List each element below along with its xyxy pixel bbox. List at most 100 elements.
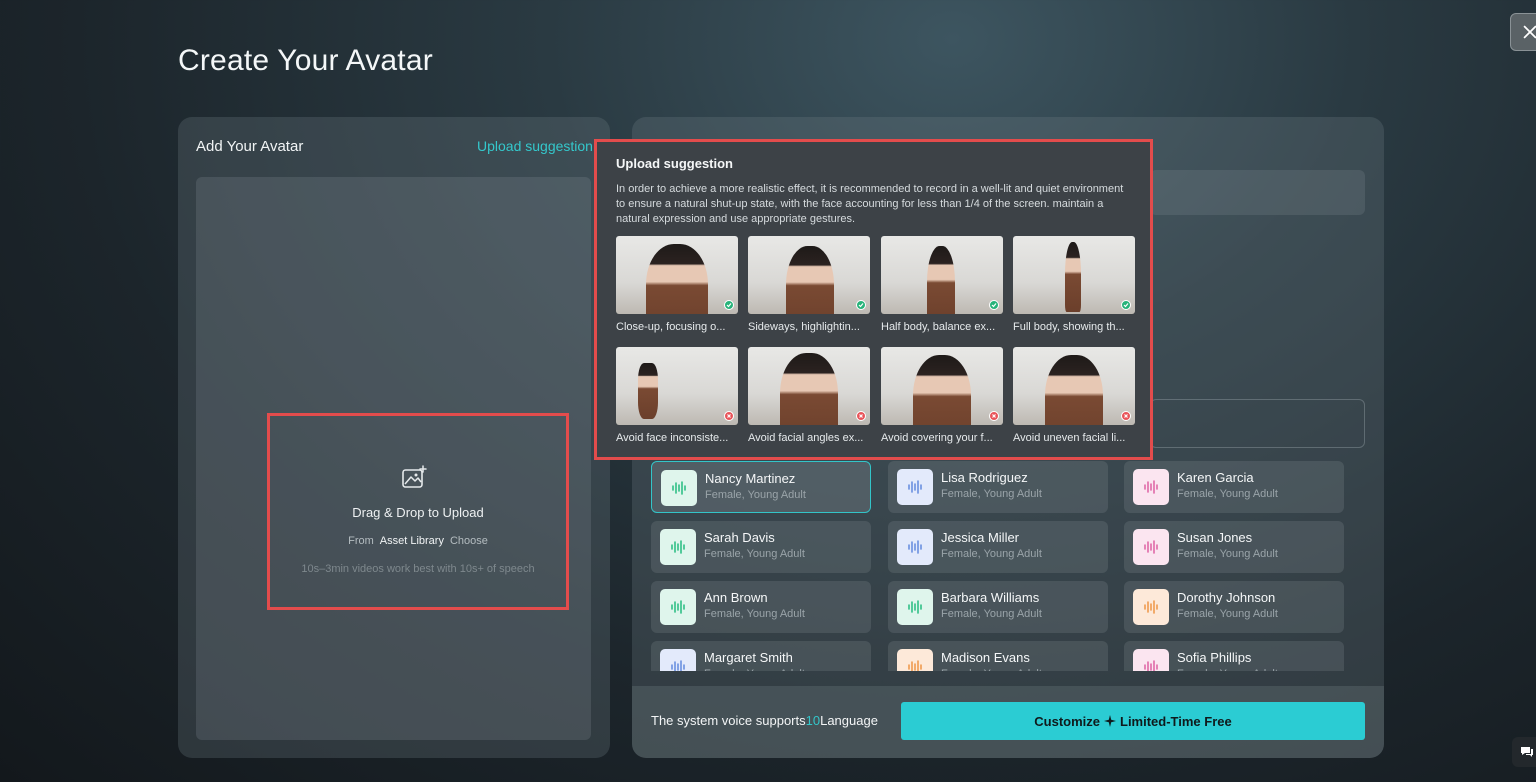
customize-free-label: Limited-Time Free (1120, 713, 1232, 729)
voice-name: Madison Evans (941, 650, 1030, 665)
example-image (1013, 347, 1135, 425)
voice-card[interactable]: Margaret Smith Female, Young Adult (651, 641, 871, 671)
voice-card[interactable]: Ann Brown Female, Young Adult (651, 581, 871, 633)
sparkle-icon (1104, 715, 1116, 727)
example-caption: Half body, balance ex... (881, 321, 996, 333)
person-figure (780, 353, 838, 425)
voice-wave-icon (1133, 649, 1169, 671)
check-icon (1121, 300, 1131, 310)
cross-icon (856, 411, 866, 421)
voice-card[interactable]: Madison Evans Female, Young Adult (888, 641, 1108, 671)
voice-name: Margaret Smith (704, 650, 793, 665)
upload-hint: 10s–3min videos work best with 10s+ of s… (301, 563, 535, 575)
drop-zone[interactable]: Drag & Drop to Upload From Asset Library C… (267, 413, 569, 610)
person-figure (927, 246, 955, 314)
check-icon (856, 300, 866, 310)
asset-library-link[interactable]: Asset Library (380, 535, 444, 547)
person-figure (646, 244, 708, 314)
example-image (881, 347, 1003, 425)
voice-list: Nancy Martinez Female, Young Adult Lisa Ro… (651, 461, 1351, 671)
drop-title: Drag & Drop to Upload (352, 505, 484, 520)
popover-description: In order to achieve a more realistic eff… (616, 183, 1124, 225)
person-figure (786, 246, 834, 314)
popover-title: Upload suggestion (616, 156, 733, 171)
voice-search-field[interactable] (1150, 399, 1365, 448)
image-add-icon (402, 465, 427, 488)
voice-card[interactable]: Jessica Miller Female, Young Adult (888, 521, 1108, 573)
example-thumbnail[interactable]: Avoid covering your f... (881, 347, 1003, 444)
voice-wave-icon (897, 589, 933, 625)
voice-card[interactable]: Nancy Martinez Female, Young Adult (651, 461, 871, 513)
voice-wave-icon (897, 649, 933, 671)
voice-wave-icon (1133, 469, 1169, 505)
person-figure (638, 363, 658, 419)
voice-wave-icon (661, 470, 697, 506)
example-thumbnail[interactable]: Half body, balance ex... (881, 236, 1003, 333)
voice-meta: Female, Young Adult (704, 668, 805, 671)
support-prefix: The system voice supports (651, 713, 806, 728)
upload-area[interactable]: Drag & Drop to Upload From Asset Library C… (196, 177, 591, 740)
voice-panel-field[interactable] (1150, 170, 1365, 215)
example-thumbnail[interactable]: Avoid uneven facial li... (1013, 347, 1135, 444)
upload-suggestion-popover: Upload suggestion In order to achieve a … (594, 139, 1153, 460)
voice-name: Sarah Davis (704, 530, 775, 545)
example-caption: Avoid face inconsiste... (616, 432, 729, 444)
voice-name: Nancy Martinez (705, 471, 796, 486)
check-icon (724, 300, 734, 310)
cross-icon (724, 411, 734, 421)
voice-card[interactable]: Karen Garcia Female, Young Adult (1124, 461, 1344, 513)
voice-meta: Female, Young Adult (705, 489, 806, 501)
person-figure (1065, 242, 1081, 312)
example-thumbnail[interactable]: Close-up, focusing o... (616, 236, 738, 333)
example-image (616, 236, 738, 314)
voice-wave-icon (1133, 589, 1169, 625)
example-image (748, 347, 870, 425)
example-thumbnail[interactable]: Avoid face inconsiste... (616, 347, 738, 444)
example-thumbnail[interactable]: Full body, showing th... (1013, 236, 1135, 333)
example-caption: Full body, showing th... (1013, 321, 1125, 333)
voice-card[interactable]: Dorothy Johnson Female, Young Adult (1124, 581, 1344, 633)
add-avatar-panel: Add Your Avatar Upload suggestion Drag &… (178, 117, 610, 758)
cross-icon (989, 411, 999, 421)
voice-meta: Female, Young Adult (941, 668, 1042, 671)
chat-button[interactable] (1512, 737, 1536, 767)
voice-meta: Female, Young Adult (1177, 488, 1278, 500)
voice-name: Ann Brown (704, 590, 768, 605)
upload-suggestion-link[interactable]: Upload suggestion (477, 138, 593, 154)
page-title: Create Your Avatar (178, 44, 433, 77)
example-thumbnail[interactable]: Sideways, highlightin... (748, 236, 870, 333)
voice-name: Susan Jones (1177, 530, 1253, 545)
voice-wave-icon (897, 469, 933, 505)
language-support-text: The system voice supports10Language (651, 713, 878, 728)
person-figure (1045, 355, 1103, 425)
voice-card[interactable]: Barbara Williams Female, Young Adult (888, 581, 1108, 633)
example-image (748, 236, 870, 314)
voice-wave-icon (660, 589, 696, 625)
voice-meta: Female, Young Adult (704, 608, 805, 620)
example-image (1013, 236, 1135, 314)
voice-meta: Female, Young Adult (704, 548, 805, 560)
voice-name: Jessica Miller (941, 530, 1020, 545)
voice-card[interactable]: Susan Jones Female, Young Adult (1124, 521, 1344, 573)
check-icon (989, 300, 999, 310)
voice-meta: Female, Young Adult (941, 608, 1042, 620)
voice-meta: Female, Young Adult (1177, 548, 1278, 560)
voice-wave-icon (660, 529, 696, 565)
customize-button[interactable]: Customize Limited-Time Free (901, 702, 1365, 740)
voice-footer: The system voice supports10Language Cust… (632, 686, 1384, 758)
close-button[interactable] (1510, 13, 1536, 51)
voice-card[interactable]: Sofia Phillips Female, Young Adult (1124, 641, 1344, 671)
close-icon (1523, 25, 1536, 39)
example-image (881, 236, 1003, 314)
choose-link[interactable]: Choose (450, 535, 488, 547)
example-image (616, 347, 738, 425)
voice-card[interactable]: Sarah Davis Female, Young Adult (651, 521, 871, 573)
voice-card[interactable]: Lisa Rodriguez Female, Young Adult (888, 461, 1108, 513)
example-caption: Avoid uneven facial li... (1013, 432, 1126, 444)
example-caption: Close-up, focusing o... (616, 321, 726, 333)
chat-icon (1521, 747, 1533, 757)
voice-name: Karen Garcia (1177, 470, 1254, 485)
example-thumbnail[interactable]: Avoid facial angles ex... (748, 347, 870, 444)
voice-name: Dorothy Johnson (1177, 590, 1276, 605)
upload-source-row: From Asset Library Choose (270, 535, 566, 547)
